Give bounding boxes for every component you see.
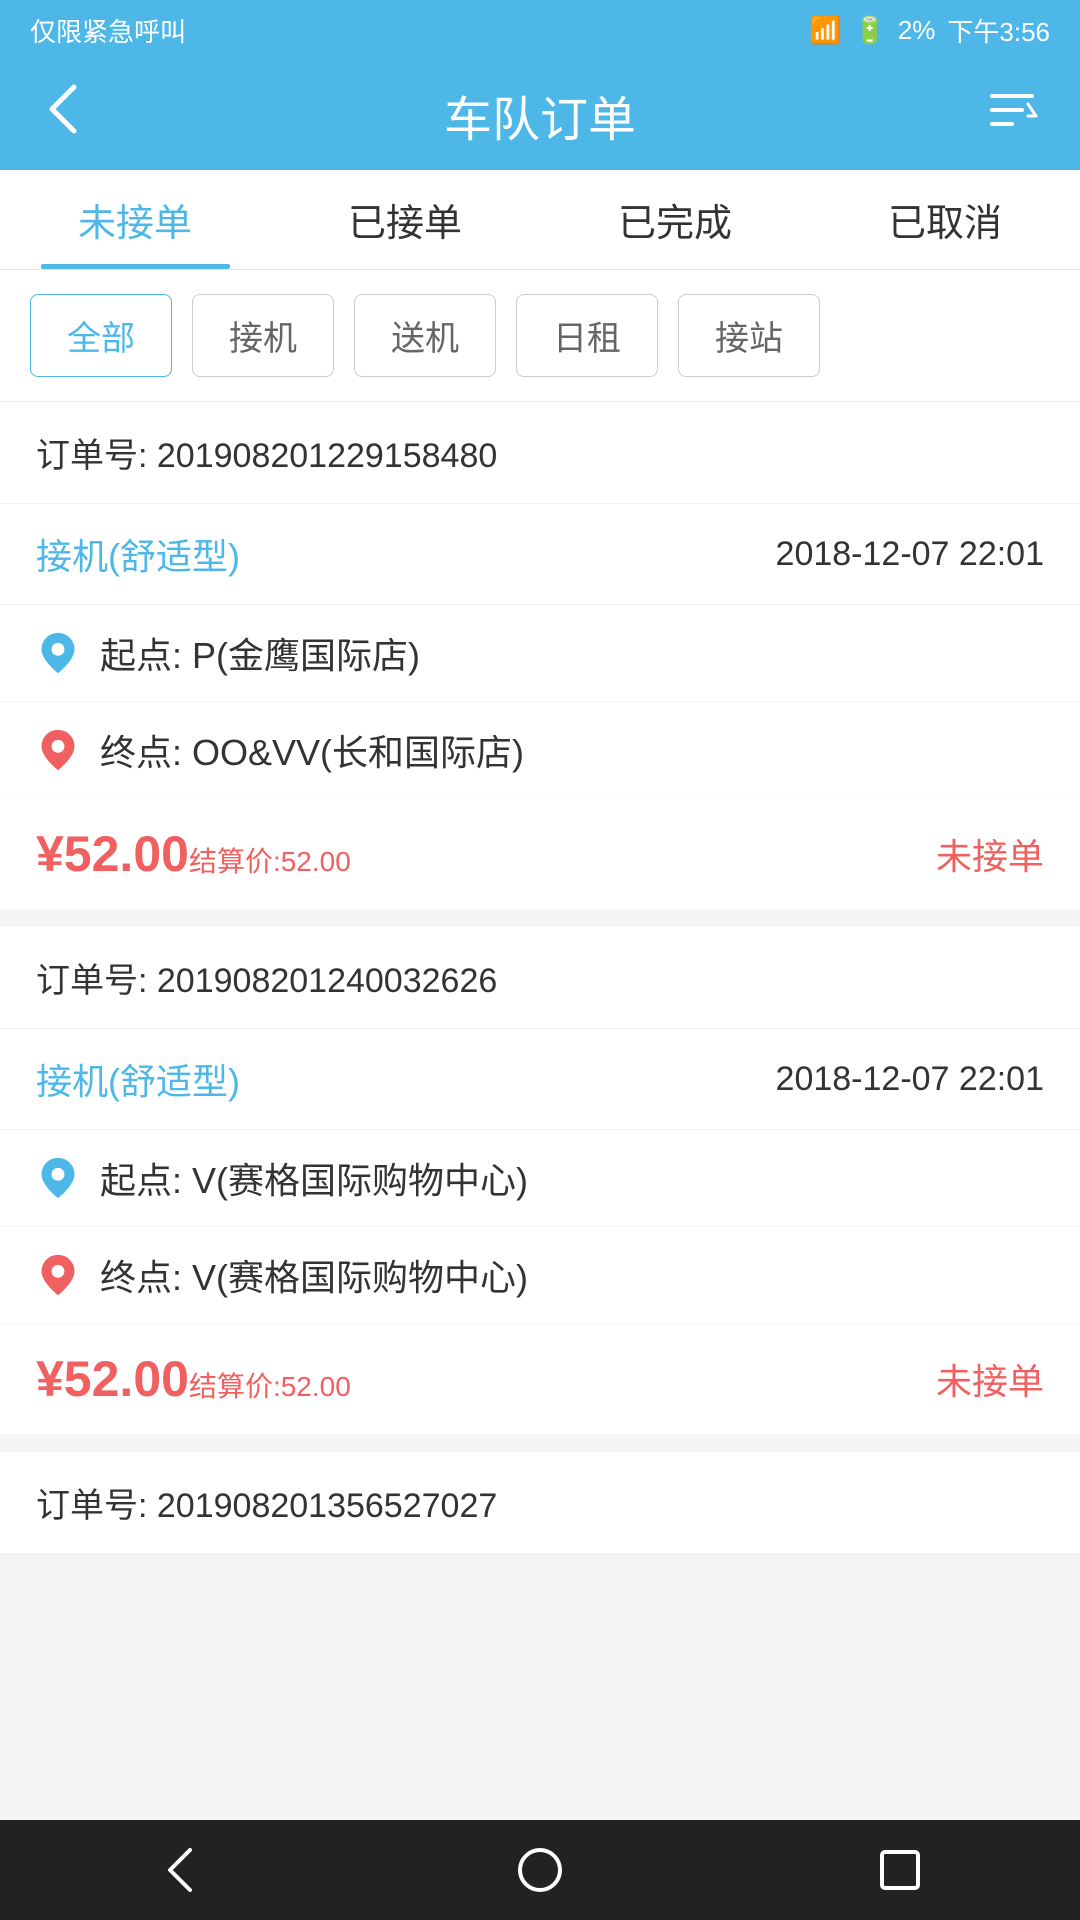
- filter-station[interactable]: 接站: [678, 294, 820, 377]
- price-sub: 结算价:52.00: [189, 840, 351, 880]
- filter-bar: 全部 接机 送机 日租 接站: [0, 270, 1080, 402]
- order-card[interactable]: 订单号: 201908201229158480 接机(舒适型) 2018-12-…: [0, 402, 1080, 909]
- order-time: 2018-12-07 22:01: [776, 535, 1044, 574]
- order-type-row: 接机(舒适型) 2018-12-07 22:01: [0, 504, 1080, 605]
- filter-dropoff[interactable]: 送机: [354, 294, 496, 377]
- battery-percent: 2%: [898, 15, 936, 46]
- order-status: 未接单: [936, 1353, 1044, 1405]
- order-list: 订单号: 201908201229158480 接机(舒适型) 2018-12-…: [0, 402, 1080, 1820]
- filter-pickup[interactable]: 接机: [192, 294, 334, 377]
- order-card[interactable]: 订单号: 201908201240032626 接机(舒适型) 2018-12-…: [0, 927, 1080, 1434]
- order-time: 2018-12-07 22:01: [776, 1060, 1044, 1099]
- nav-recent-button[interactable]: [870, 1840, 930, 1900]
- filter-daily[interactable]: 日租: [516, 294, 658, 377]
- order-price-row: ¥52.00 结算价:52.00 未接单: [0, 1324, 1080, 1434]
- tab-pending[interactable]: 未接单: [0, 170, 270, 269]
- page-title: 车队订单: [444, 80, 636, 150]
- tabs-bar: 未接单 已接单 已完成 已取消: [0, 170, 1080, 270]
- order-type-row: 接机(舒适型) 2018-12-07 22:01: [0, 1029, 1080, 1130]
- order-start-row: 起点: V(赛格国际购物中心): [0, 1130, 1080, 1227]
- price-main: ¥52.00: [36, 825, 189, 883]
- order-end-row: 终点: OO&VV(长和国际店): [0, 702, 1080, 799]
- end-location-text: 终点: V(赛格国际购物中心): [100, 1249, 528, 1301]
- bottom-nav: [0, 1820, 1080, 1920]
- battery-icon: 🔋: [853, 15, 885, 46]
- tab-completed[interactable]: 已完成: [540, 170, 810, 269]
- order-number: 订单号: 201908201240032626: [0, 927, 1080, 1029]
- start-location-icon: [36, 1156, 80, 1200]
- tab-cancelled[interactable]: 已取消: [810, 170, 1080, 269]
- emergency-text: 仅限紧急呼叫: [30, 12, 186, 49]
- order-status: 未接单: [936, 828, 1044, 880]
- filter-all[interactable]: 全部: [30, 294, 172, 377]
- order-card[interactable]: 订单号: 201908201356527027: [0, 1452, 1080, 1554]
- price-main: ¥52.00: [36, 1350, 189, 1408]
- end-location-icon: [36, 728, 80, 772]
- price-section: ¥52.00 结算价:52.00: [36, 825, 351, 883]
- order-number: 订单号: 201908201356527027: [0, 1452, 1080, 1554]
- tab-accepted[interactable]: 已接单: [270, 170, 540, 269]
- wifi-icon: 📶: [809, 15, 841, 46]
- sort-button[interactable]: [960, 82, 1040, 149]
- order-start-row: 起点: P(金鹰国际店): [0, 605, 1080, 702]
- order-end-row: 终点: V(赛格国际购物中心): [0, 1227, 1080, 1324]
- price-sub: 结算价:52.00: [189, 1365, 351, 1405]
- start-location-text: 起点: V(赛格国际购物中心): [100, 1152, 528, 1204]
- status-icons: 📶 🔋 2% 下午3:56: [809, 12, 1050, 49]
- nav-back-button[interactable]: [150, 1840, 210, 1900]
- nav-home-button[interactable]: [510, 1840, 570, 1900]
- end-location-text: 终点: OO&VV(长和国际店): [100, 724, 524, 776]
- status-bar: 仅限紧急呼叫 📶 🔋 2% 下午3:56: [0, 0, 1080, 60]
- end-location-icon: [36, 1253, 80, 1297]
- order-type: 接机(舒适型): [36, 528, 240, 580]
- order-type: 接机(舒适型): [36, 1053, 240, 1105]
- price-section: ¥52.00 结算价:52.00: [36, 1350, 351, 1408]
- top-nav: 车队订单: [0, 60, 1080, 170]
- back-button[interactable]: [40, 79, 120, 152]
- start-location-text: 起点: P(金鹰国际店): [100, 627, 420, 679]
- time-display: 下午3:56: [947, 12, 1050, 49]
- start-location-icon: [36, 631, 80, 675]
- order-price-row: ¥52.00 结算价:52.00 未接单: [0, 799, 1080, 909]
- order-number: 订单号: 201908201229158480: [0, 402, 1080, 504]
